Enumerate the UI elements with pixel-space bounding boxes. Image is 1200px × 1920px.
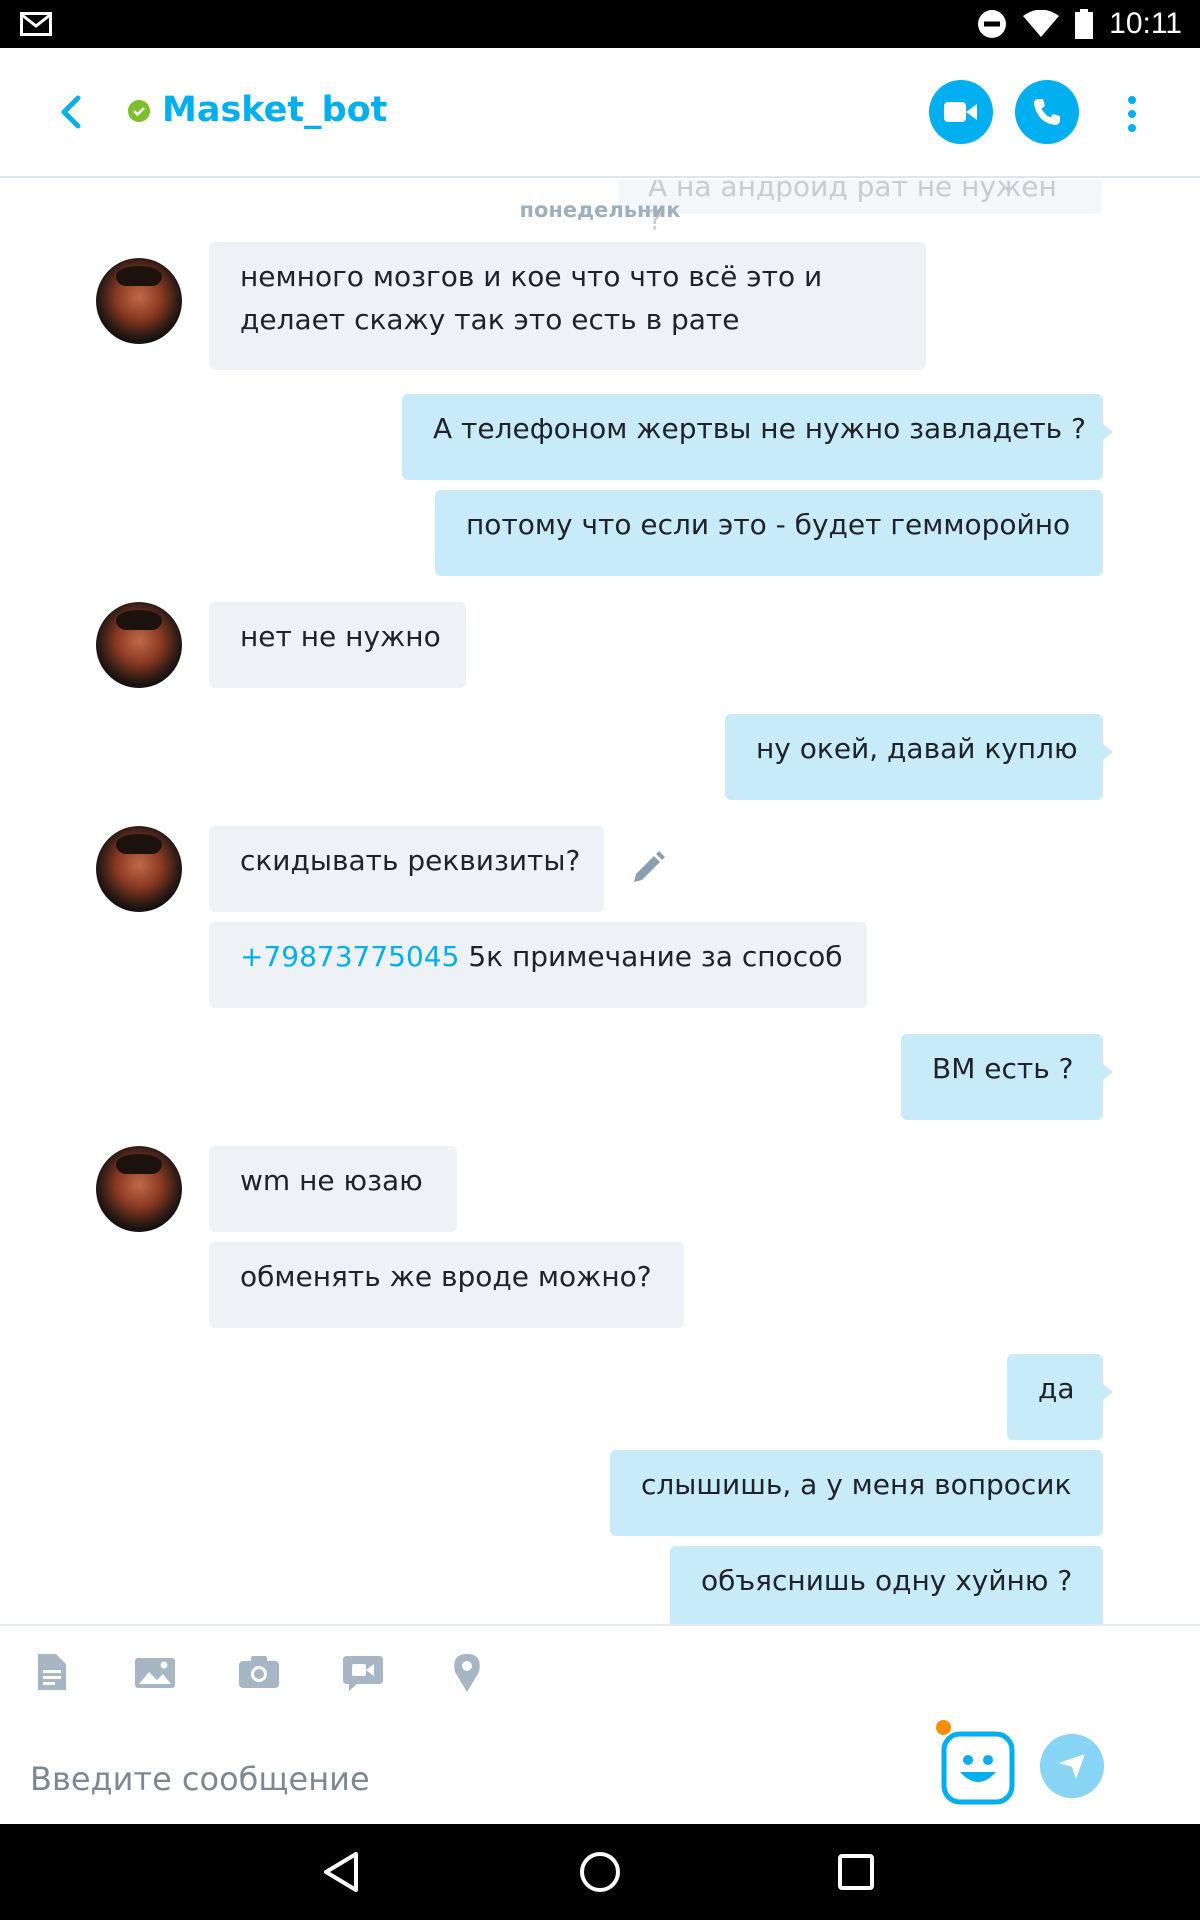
conversation-header: Masket_bot	[0, 48, 1200, 178]
compose-area	[0, 1624, 1200, 1824]
back-arrow-icon[interactable]	[50, 90, 94, 134]
emoticon-icon[interactable]	[940, 1730, 1016, 1806]
outgoing-message[interactable]: да	[1007, 1354, 1113, 1440]
video-camera-icon	[944, 102, 977, 122]
contact-avatar[interactable]	[96, 826, 182, 912]
do-not-disturb-icon	[978, 10, 1007, 38]
outgoing-message[interactable]: ВМ есть ?	[901, 1034, 1113, 1120]
contact-avatar[interactable]	[96, 1146, 182, 1232]
system-navigation-bar	[0, 1824, 1200, 1920]
nav-home-icon[interactable]	[576, 1848, 624, 1896]
incoming-message[interactable]: скидывать реквизиты?	[209, 826, 604, 912]
phone-number-link[interactable]: +79873775045	[240, 940, 459, 973]
outgoing-message[interactable]: слышишь, а у меня вопросик	[610, 1450, 1103, 1536]
clock: 10:11	[1109, 7, 1182, 40]
outgoing-message[interactable]: потому что если это - будет гемморойно	[435, 490, 1103, 576]
outgoing-message[interactable]: ну окей, давай куплю	[725, 714, 1113, 800]
incoming-message[interactable]: немного мозгов и кое что что всё это и д…	[209, 242, 926, 370]
contact-name[interactable]: Masket_bot	[162, 90, 387, 130]
online-status-icon	[128, 100, 150, 122]
audio-call-button[interactable]	[1015, 80, 1079, 144]
edit-pencil-icon[interactable]	[628, 848, 668, 888]
day-separator: понедельник	[519, 198, 681, 222]
send-icon	[1059, 1754, 1085, 1779]
gallery-icon[interactable]	[133, 1650, 177, 1694]
nav-back-icon[interactable]	[320, 1848, 368, 1896]
battery-icon	[1075, 9, 1094, 39]
nav-recents-icon[interactable]	[832, 1848, 880, 1896]
send-button[interactable]	[1040, 1734, 1104, 1798]
outgoing-message[interactable]: объяснишь одну хуйню ?	[670, 1546, 1103, 1624]
location-icon[interactable]	[445, 1650, 489, 1694]
incoming-message[interactable]: обменять же вроде можно?	[209, 1242, 684, 1328]
mail-notification-icon	[20, 12, 52, 36]
camera-icon[interactable]	[237, 1650, 281, 1694]
phone-icon	[1034, 99, 1060, 125]
incoming-message[interactable]: wm не юзаю	[209, 1146, 457, 1232]
contact-avatar[interactable]	[96, 258, 182, 344]
message-list[interactable]: А на андроид рат не нужен ? понедельник …	[0, 180, 1200, 1624]
notification-dot	[936, 1720, 951, 1735]
outgoing-message[interactable]: А телефоном жертвы не нужно завладеть ?	[402, 394, 1113, 480]
incoming-message[interactable]: нет не нужно	[209, 602, 466, 688]
message-input[interactable]	[30, 1754, 890, 1804]
contact-avatar[interactable]	[96, 602, 182, 688]
wifi-icon	[1023, 10, 1060, 37]
video-call-button[interactable]	[929, 80, 993, 144]
status-bar: 10:11	[0, 0, 1200, 48]
incoming-message[interactable]: +79873775045 5к примечание за способ	[209, 922, 867, 1008]
more-options-icon[interactable]	[1120, 92, 1144, 136]
video-message-icon[interactable]	[341, 1650, 385, 1694]
file-icon[interactable]	[30, 1650, 74, 1694]
